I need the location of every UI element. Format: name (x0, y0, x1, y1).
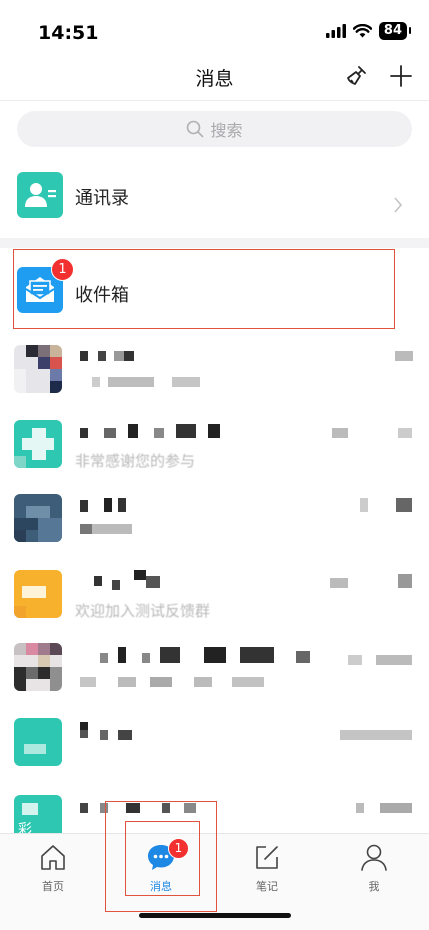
note-edit-icon (256, 846, 278, 869)
tab-home[interactable]: 首页 (8, 834, 98, 914)
conversation-item[interactable] (0, 643, 429, 717)
avatar (14, 345, 62, 393)
conversation-item[interactable]: 欢迎加入测试反馈群 (0, 570, 429, 644)
home-indicator[interactable] (139, 913, 291, 918)
avatar (14, 643, 62, 691)
status-time: 14:51 (38, 22, 99, 44)
battery-indicator: 84 (378, 22, 412, 40)
conversation-preview: 欢迎加入测试反馈群 (75, 602, 211, 620)
status-indicators: 84 (325, 22, 412, 40)
avatar (14, 718, 62, 766)
tab-profile-label: 我 (368, 880, 380, 893)
person-icon (361, 844, 387, 871)
search-input[interactable]: 搜索 (17, 111, 412, 147)
nav-bar: 消息 (0, 52, 429, 101)
tab-notes-label: 笔记 (256, 880, 278, 893)
tab-notes[interactable]: 笔记 (222, 834, 312, 914)
avatar (14, 420, 62, 468)
search-placeholder: 搜索 (210, 121, 243, 140)
conversation-item[interactable] (0, 345, 429, 419)
annotation-highlight-box (13, 249, 395, 329)
wifi-icon (352, 24, 372, 38)
avatar (14, 494, 62, 542)
conversation-item[interactable] (0, 494, 429, 568)
contacts-label: 通讯录 (75, 188, 129, 209)
conversation-preview: 非常感谢您的参与 (75, 452, 196, 470)
home-icon (41, 845, 65, 870)
search-icon (187, 120, 204, 138)
conversation-item[interactable] (0, 718, 429, 792)
conversation-item[interactable]: 非常感谢您的参与 (0, 420, 429, 494)
tab-profile[interactable]: 我 (329, 834, 419, 914)
annotation-highlight-box (125, 821, 200, 896)
contacts-row[interactable]: 通讯录 (0, 160, 429, 238)
status-bar: 14:51 84 (0, 0, 429, 60)
broom-clean-icon[interactable] (344, 64, 368, 88)
tab-home-label: 首页 (42, 880, 64, 893)
chevron-right-icon (394, 197, 403, 213)
contacts-book-icon (17, 172, 63, 218)
section-divider (0, 238, 429, 248)
add-plus-icon[interactable] (389, 64, 413, 88)
avatar (14, 570, 62, 618)
cellular-signal-icon (325, 24, 346, 38)
